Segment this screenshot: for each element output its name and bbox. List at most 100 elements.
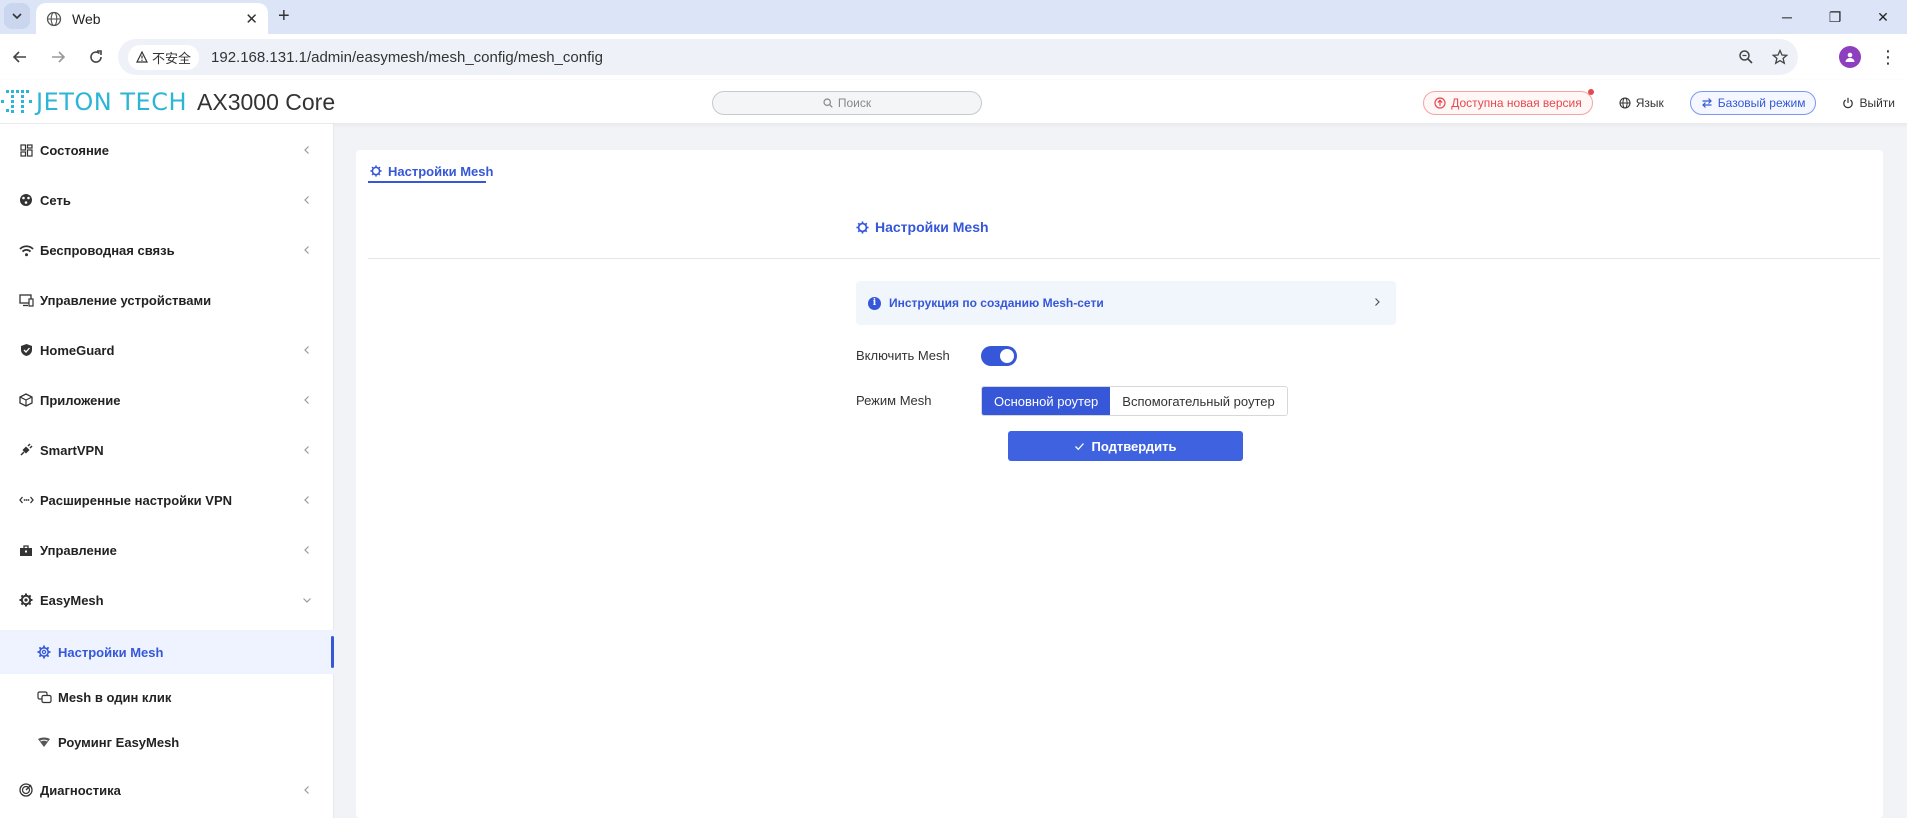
- new-tab-button[interactable]: +: [278, 5, 290, 28]
- logo-text: JETON TECH: [36, 88, 188, 116]
- mesh-mode-label: Режим Mesh: [856, 393, 932, 408]
- chevron-left-icon: [304, 246, 309, 254]
- browser-tab[interactable]: Web ✕: [36, 3, 268, 34]
- close-icon[interactable]: ✕: [245, 10, 258, 28]
- power-icon: [1843, 97, 1854, 109]
- sidebar-item-homeguard[interactable]: HomeGuard: [0, 332, 334, 368]
- zoom-icon[interactable]: [1738, 49, 1754, 65]
- language-label: Язык: [1635, 96, 1664, 110]
- sidebar-subitem-label: Настройки Mesh: [58, 644, 164, 660]
- sidebar-item-smartvpn[interactable]: SmartVPN: [0, 432, 334, 468]
- diagnostics-icon: [18, 782, 34, 798]
- browser-tabstrip: Web ✕ + ─ ❐ ✕: [0, 0, 1907, 34]
- update-available-button[interactable]: Доступна новая версия: [1423, 89, 1594, 115]
- mode-label: Базовый режим: [1717, 96, 1806, 110]
- sidebar-item-status[interactable]: Состояние: [0, 132, 334, 168]
- tab-search-button[interactable]: [4, 3, 30, 29]
- app-header: JETON TECH AX3000 Core Поиск Доступна но…: [0, 80, 1907, 124]
- enable-mesh-toggle[interactable]: [981, 346, 1017, 366]
- sidebar-item-management[interactable]: Управление: [0, 532, 334, 568]
- confirm-label: Подтвердить: [1091, 438, 1177, 454]
- reload-icon[interactable]: [78, 39, 114, 75]
- sidebar-item-label: Состояние: [40, 142, 110, 158]
- notice-text: Инструкция по созданию Mesh-сети: [889, 296, 1104, 310]
- sidebar-subitem-mesh-settings[interactable]: Настройки Mesh: [0, 630, 334, 674]
- chevron-left-icon: [304, 786, 309, 794]
- sidebar-item-diagnostics[interactable]: Диагностика: [0, 772, 334, 808]
- devices-icon: [18, 292, 34, 308]
- sidebar-item-label: Диагностика: [40, 782, 121, 798]
- mesh-guide-link[interactable]: i Инструкция по созданию Mesh-сети: [856, 281, 1396, 325]
- sidebar: Состояние Сеть Беспроводная связь Управл…: [0, 124, 334, 818]
- logout-button[interactable]: Выйти: [1842, 96, 1895, 110]
- tab-label: Настройки Mesh: [388, 163, 494, 179]
- cube-icon: [18, 392, 34, 408]
- link-arrows-icon: [18, 492, 34, 508]
- sidebar-item-label: Управление устройствами: [40, 292, 212, 308]
- check-icon: [1075, 442, 1085, 450]
- wifi-fan-icon: [36, 734, 52, 750]
- chevron-left-icon: [304, 446, 309, 454]
- toggle-knob: [1000, 349, 1014, 363]
- back-icon[interactable]: [2, 39, 38, 75]
- sidebar-item-label: SmartVPN: [40, 442, 104, 458]
- mode-option-main-router[interactable]: Основной роутер: [982, 387, 1111, 415]
- active-tab-indicator: [368, 181, 486, 183]
- search-input[interactable]: Поиск: [712, 91, 982, 115]
- basic-mode-button[interactable]: Базовый режим: [1689, 91, 1817, 115]
- jeton-logo-icon: [1, 90, 32, 113]
- chevron-left-icon: [304, 346, 309, 354]
- warning-icon: [136, 51, 148, 63]
- tab-title: Web: [72, 10, 101, 27]
- security-indicator[interactable]: 不安全: [128, 44, 200, 70]
- confirm-button[interactable]: Подтвердить: [1008, 431, 1243, 461]
- search-placeholder: Поиск: [837, 96, 872, 110]
- gear-icon: [856, 220, 869, 234]
- upgrade-icon: [1434, 97, 1446, 109]
- profile-avatar[interactable]: [1839, 46, 1861, 68]
- sidebar-item-label: Расширенные настройки VPN: [40, 492, 232, 508]
- bookmark-star-icon[interactable]: [1772, 49, 1788, 65]
- sidebar-item-label: Беспроводная связь: [40, 242, 175, 258]
- plug-icon: [18, 442, 34, 458]
- sidebar-subitem-one-click-mesh[interactable]: Mesh в один клик: [0, 675, 334, 719]
- notification-dot: [1587, 89, 1594, 95]
- sidebar-item-application[interactable]: Приложение: [0, 382, 334, 418]
- chevron-left-icon: [304, 546, 309, 554]
- browser-menu-icon[interactable]: ⋮: [1879, 47, 1897, 68]
- close-window-icon[interactable]: ✕: [1859, 0, 1907, 34]
- search-icon: [823, 98, 833, 108]
- globe-icon: [1619, 97, 1631, 109]
- chevron-down-icon: [303, 598, 311, 603]
- sidebar-item-wireless[interactable]: Беспроводная связь: [0, 232, 334, 268]
- switch-icon: [1701, 98, 1712, 108]
- url-text[interactable]: 192.168.131.1/admin/easymesh/mesh_config…: [211, 49, 603, 66]
- sidebar-subitem-easymesh-roaming[interactable]: Роуминг EasyMesh: [0, 720, 334, 764]
- globe-icon: [46, 11, 62, 26]
- minimize-icon[interactable]: ─: [1763, 0, 1811, 34]
- sidebar-item-label: Управление: [40, 542, 117, 558]
- sidebar-item-advanced-vpn[interactable]: Расширенные настройки VPN: [0, 482, 334, 518]
- sidebar-item-device-management[interactable]: Управление устройствами: [0, 282, 334, 318]
- security-label: 不安全: [152, 50, 192, 66]
- mesh-mode-selector: Основной роутер Вспомогательный роутер: [981, 386, 1288, 416]
- logo[interactable]: JETON TECH AX3000 Core: [0, 84, 335, 120]
- info-icon: i: [868, 296, 881, 310]
- shield-icon: [18, 342, 34, 358]
- toolbox-icon: [18, 542, 34, 558]
- network-icon: [18, 192, 34, 208]
- mode-option-secondary-router[interactable]: Вспомогательный роутер: [1110, 387, 1287, 415]
- section-divider: [368, 258, 1880, 259]
- gear-icon: [370, 165, 382, 177]
- restore-icon[interactable]: ❐: [1811, 0, 1859, 34]
- model-name: AX3000 Core: [197, 88, 336, 115]
- browser-toolbar: 不安全 192.168.131.1/admin/easymesh/mesh_co…: [0, 34, 1907, 80]
- address-bar[interactable]: 不安全 192.168.131.1/admin/easymesh/mesh_co…: [118, 39, 1798, 75]
- sidebar-item-label: Сеть: [40, 192, 71, 208]
- main-content: Настройки Mesh Настройки Mesh i Инструкц…: [356, 150, 1883, 818]
- sidebar-item-easymesh[interactable]: EasyMesh: [0, 582, 334, 618]
- language-button[interactable]: Язык: [1619, 96, 1664, 110]
- sidebar-item-network[interactable]: Сеть: [0, 182, 334, 218]
- forward-icon[interactable]: [40, 39, 76, 75]
- chevron-down-icon: [12, 13, 22, 20]
